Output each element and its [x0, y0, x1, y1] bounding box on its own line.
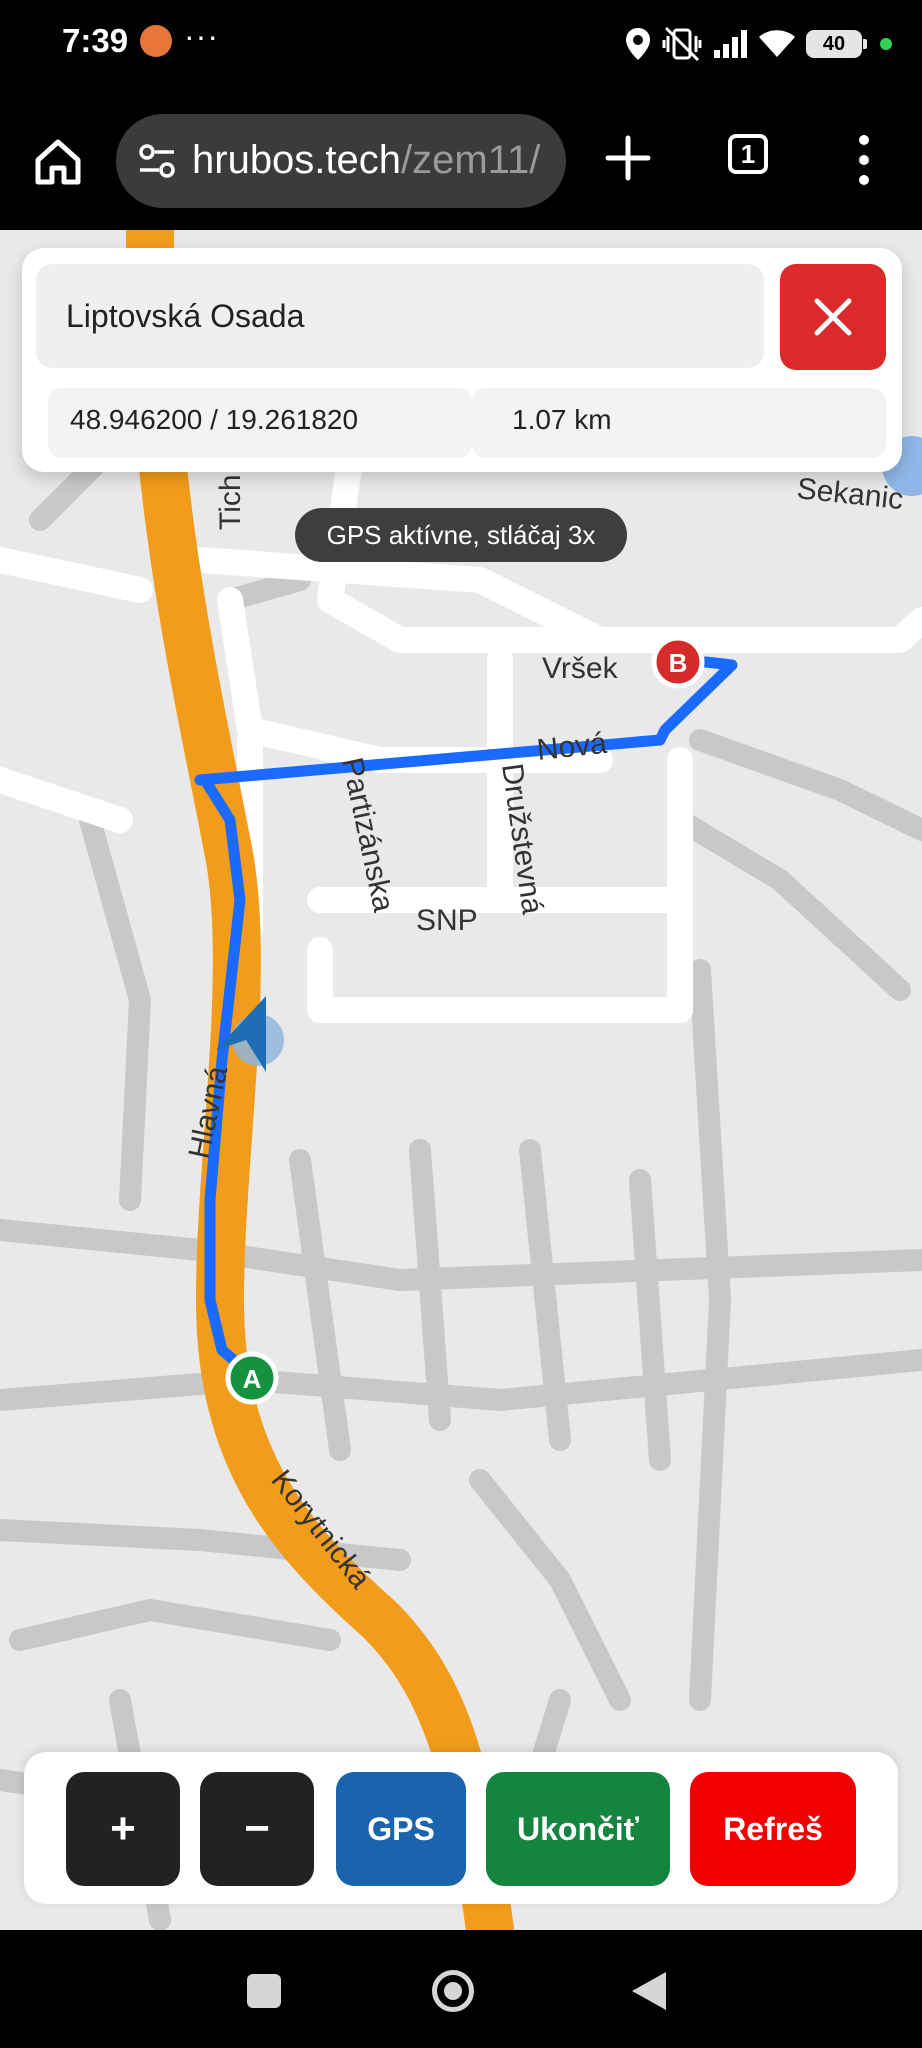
zoom-out-button[interactable]: − [200, 1772, 314, 1886]
destination-input[interactable]: Liptovská Osada [36, 264, 764, 368]
street-label-tich: Tich [214, 474, 247, 530]
clear-button[interactable] [780, 264, 886, 370]
gps-status-toast: GPS aktívne, stláčaj 3x [295, 508, 627, 562]
end-marker[interactable]: B [651, 635, 705, 689]
recent-apps-icon[interactable] [247, 1974, 281, 2008]
site-settings-icon[interactable] [138, 142, 176, 180]
distance-display: 1.07 km [472, 388, 886, 458]
url-host: hrubos.tech [192, 138, 402, 182]
status-icons: 40 [624, 24, 892, 64]
status-time: 7:39 [62, 22, 129, 59]
wifi-icon [759, 30, 795, 57]
search-card: Liptovská Osada 48.946200 / 19.261820 1.… [22, 248, 902, 472]
more-notifications-icon: ··· [184, 18, 219, 54]
tab-switcher-button[interactable]: 1 [728, 134, 768, 174]
location-icon [626, 28, 650, 60]
map-controls: + − GPS Ukončiť Refreš [24, 1752, 898, 1904]
gps-button[interactable]: GPS [336, 1772, 466, 1886]
new-tab-icon[interactable] [604, 134, 652, 182]
app-notification-icon [140, 25, 172, 57]
street-label-vrsek: Vršek [542, 652, 619, 685]
zoom-in-button[interactable]: + [66, 1772, 180, 1886]
url-path: /zem11/ [401, 138, 541, 182]
street-label-snp: SNP [416, 904, 478, 937]
coordinates-display: 48.946200 / 19.261820 [48, 388, 472, 458]
end-navigation-button[interactable]: Ukončiť [486, 1772, 670, 1886]
browser-toolbar: hrubos.tech/zem11/ 1 [0, 88, 922, 230]
privacy-indicator-icon [880, 38, 892, 50]
status-bar: 7:39 ··· 40 [0, 0, 922, 88]
address-bar[interactable]: hrubos.tech/zem11/ [116, 114, 566, 208]
back-icon[interactable] [632, 1972, 666, 2010]
url-text: hrubos.tech/zem11/ [192, 138, 540, 183]
start-marker[interactable]: A [225, 1351, 279, 1405]
system-nav-bar [0, 1930, 922, 2048]
start-marker-label: A [243, 1364, 262, 1394]
map-canvas[interactable]: Tich Sekanic Vršek Nová Partizánska Druž… [0, 230, 922, 1930]
close-icon [814, 298, 852, 336]
map-view[interactable]: Tich Sekanic Vršek Nová Partizánska Druž… [0, 230, 922, 1930]
signal-icon [714, 30, 747, 58]
menu-icon[interactable] [846, 130, 882, 190]
home-nav-icon[interactable] [432, 1970, 474, 2012]
home-icon[interactable] [30, 134, 86, 190]
battery-icon: 40 [806, 30, 867, 58]
refresh-button[interactable]: Refreš [690, 1772, 856, 1886]
vibrate-off-icon [662, 26, 702, 62]
end-marker-label: B [669, 648, 688, 678]
